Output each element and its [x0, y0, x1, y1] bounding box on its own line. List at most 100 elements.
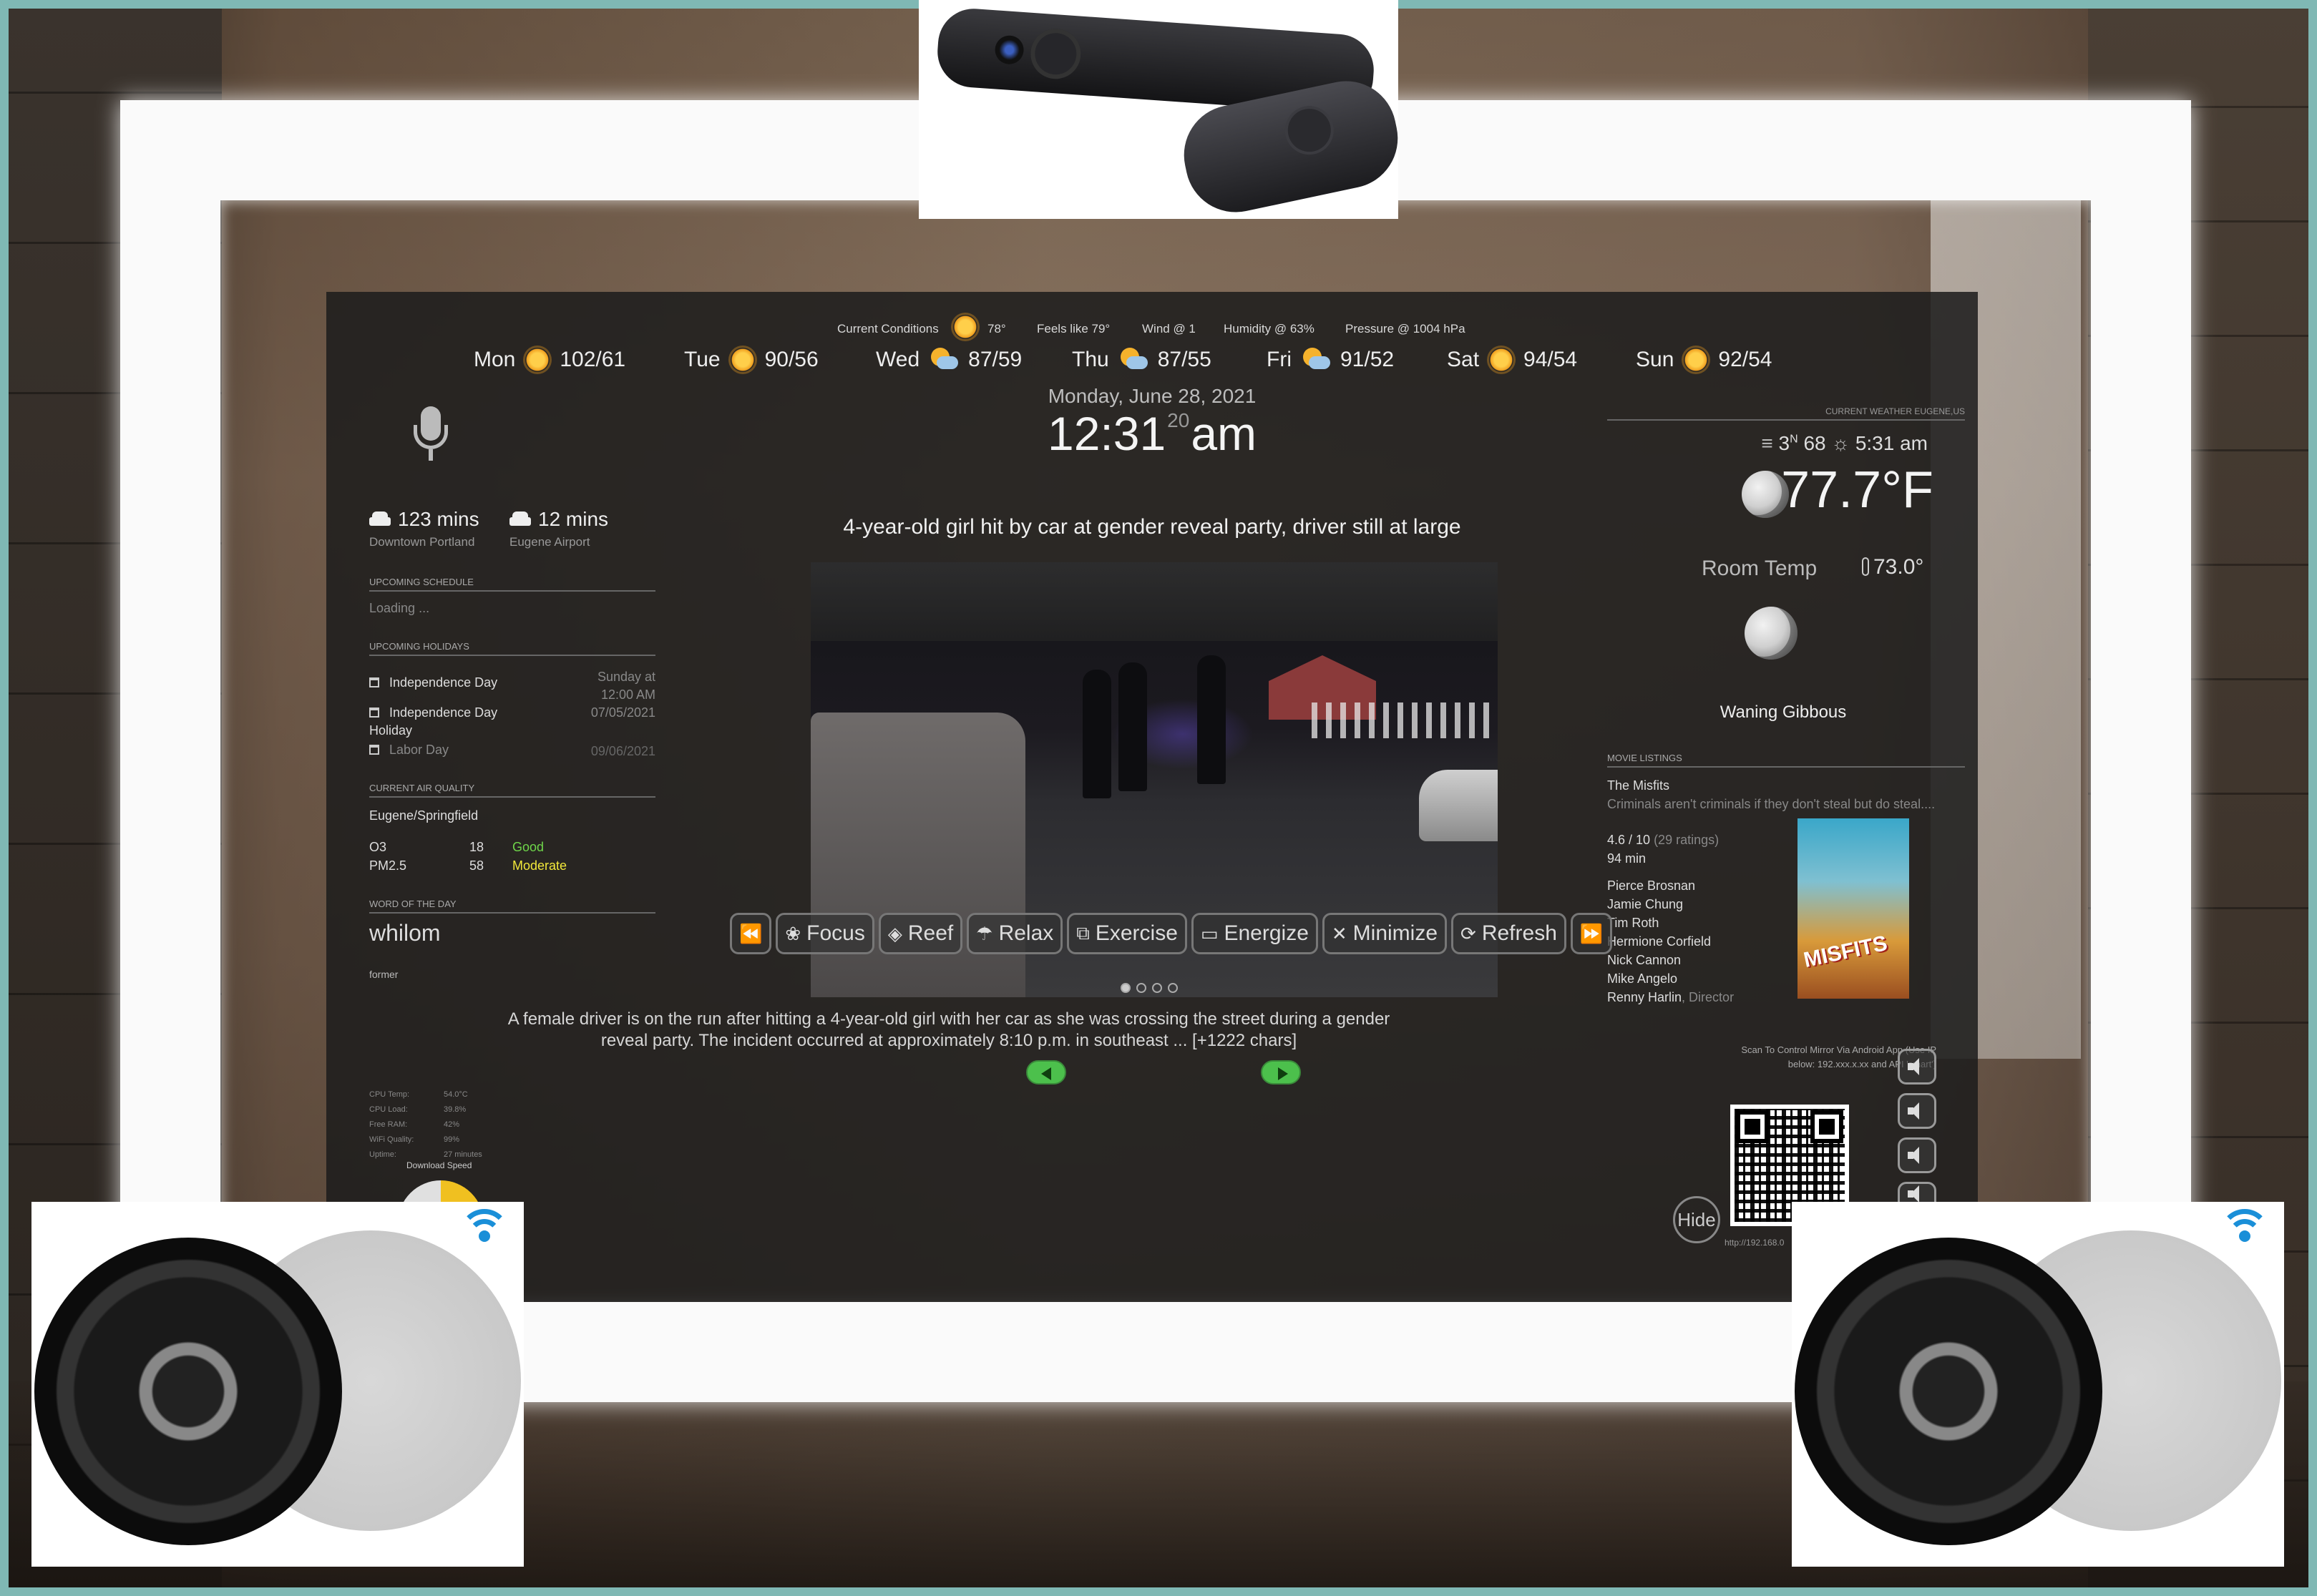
- forecast-temps: 94/54: [1523, 348, 1578, 371]
- page-dot[interactable]: [1136, 983, 1146, 993]
- aqi-value: 58: [469, 858, 484, 873]
- holiday-date: 09/06/2021: [590, 744, 655, 758]
- schedule-title: UPCOMING SCHEDULE: [369, 577, 655, 592]
- sunny-icon: [730, 348, 755, 372]
- word-of-day: whilom: [369, 920, 441, 946]
- movie-director: Renny Harlin, Director: [1607, 990, 1734, 1005]
- fast-forward-icon: ⏩: [1579, 922, 1604, 944]
- moon-phase-icon: [1745, 607, 1797, 660]
- sunrise-time: 5:31 am: [1855, 432, 1928, 454]
- forecast-day-name: Sat: [1447, 348, 1480, 371]
- news-next-button[interactable]: [1261, 1060, 1301, 1085]
- current-conditions: Current Conditions: [837, 322, 939, 336]
- volume-mute-icon: [1908, 1147, 1926, 1164]
- current-temp: 78°: [987, 322, 1006, 336]
- pressure: Pressure @ 1004 hPa: [1345, 322, 1465, 336]
- holidays-title: UPCOMING HOLIDAYS: [369, 641, 655, 656]
- movie-runtime: 94 min: [1607, 851, 1647, 866]
- refresh-button[interactable]: ⟳ Refresh: [1451, 913, 1566, 954]
- aqi-pollutant: O3: [369, 840, 387, 854]
- volume-down-button[interactable]: [1898, 1093, 1936, 1129]
- sunny-icon: [1489, 348, 1514, 372]
- rewind-button[interactable]: ⏪: [730, 913, 772, 954]
- cast-member: Nick Cannon: [1607, 953, 1682, 967]
- relax-button[interactable]: ☂ Relax: [967, 913, 1063, 954]
- focus-button[interactable]: ❀ Focus: [776, 913, 874, 954]
- stat-value: 42%: [444, 1120, 460, 1129]
- weather-details: ≡ 3N 68 ☼ 5:31 am: [1761, 432, 1928, 455]
- reef-button[interactable]: ◈ Reef: [878, 913, 963, 954]
- holiday-date: Sunday at 12:00 AM: [597, 670, 655, 702]
- volume-up-icon: [1908, 1058, 1926, 1075]
- fast-forward-button[interactable]: ⏩: [1570, 913, 1613, 954]
- lotus-icon: ❀: [785, 922, 801, 944]
- forecast-temps: 102/61: [560, 348, 626, 371]
- exercise-button[interactable]: ⧉ Exercise: [1067, 913, 1187, 954]
- humidity-value: 68: [1803, 432, 1826, 454]
- wifi-icon: [2220, 1209, 2270, 1252]
- system-stats: CPU Temp: 54.0°C CPU Load: 39.8% Free RAM:…: [369, 1087, 482, 1162]
- microphone-icon[interactable]: [411, 406, 451, 464]
- wifi-icon: [459, 1209, 509, 1252]
- room-temp-value: 73.0°: [1873, 555, 1924, 579]
- forecast-day: Tue 90/56: [684, 335, 819, 385]
- control-label: Relax: [998, 921, 1054, 945]
- control-label: Refresh: [1481, 921, 1557, 945]
- ceiling-speaker: [34, 1238, 342, 1545]
- room-temp: 73.0°: [1862, 555, 1923, 579]
- wind-speed: Wind @ 1: [1142, 322, 1196, 336]
- compress-icon: ✕: [1331, 922, 1347, 944]
- forecast-temps: 87/55: [1157, 348, 1211, 371]
- remote-url: http://192.168.0: [1725, 1238, 1785, 1248]
- forecast-day-name: Wed: [876, 348, 920, 371]
- sync-icon: ⟳: [1460, 922, 1476, 944]
- control-bar: ⏪ ❀ Focus ◈ Reef ☂ Relax ⧉ Exercise ▭ Energiz…: [730, 913, 1613, 954]
- forecast-day: Thu 87/55: [1072, 335, 1211, 385]
- page-dot[interactable]: [1121, 983, 1131, 993]
- volume-button[interactable]: [1898, 1182, 1936, 1203]
- sunny-icon: [953, 315, 977, 339]
- page-indicator: [1121, 983, 1178, 993]
- holiday-name: Independence Day Holiday: [369, 705, 498, 738]
- sunny-icon: [525, 348, 550, 372]
- thermometer-icon: [1862, 557, 1869, 576]
- page-dot[interactable]: [1168, 983, 1178, 993]
- forecast-day: Sun 92/54: [1636, 335, 1772, 385]
- news-prev-button[interactable]: [1026, 1060, 1066, 1085]
- forecast-day-name: Mon: [474, 348, 516, 371]
- partly-cloudy-icon: [1119, 348, 1148, 372]
- cast-member: Jamie Chung: [1607, 897, 1684, 911]
- page-dot[interactable]: [1152, 983, 1162, 993]
- stat-value: 54.0°C: [444, 1090, 468, 1099]
- energize-button[interactable]: ▭ Energize: [1191, 913, 1318, 954]
- battery-icon: ▭: [1200, 922, 1219, 944]
- volume-up-button[interactable]: [1898, 1049, 1936, 1085]
- aqi-pollutant: PM2.5: [369, 858, 407, 873]
- holiday-item: Independence Day Holiday: [369, 704, 534, 740]
- speaker-inset-left: [31, 1202, 524, 1567]
- sunny-icon: [1684, 348, 1709, 372]
- holiday-item: Labor Day: [369, 743, 449, 758]
- air-quality-title: CURRENT AIR QUALITY: [369, 783, 655, 798]
- calendar-icon: [369, 677, 379, 687]
- movie-title: The Misfits: [1607, 778, 1670, 793]
- partly-cloudy-icon: [930, 348, 959, 372]
- poster-title: MISFITS: [1801, 931, 1890, 972]
- download-speed-label: Download Speed: [406, 1160, 472, 1170]
- stat-row: CPU Load: 39.8%: [369, 1102, 482, 1117]
- time-ampm: am: [1191, 407, 1257, 460]
- streaming-device-inset: [919, 0, 1408, 222]
- weather-forecast: Mon 102/61 Tue 90/56 Wed 87/59 Thu 87/55…: [326, 335, 1978, 385]
- control-label: Reef: [907, 921, 954, 945]
- forecast-day-name: Sun: [1636, 348, 1674, 371]
- movie-tagline: Criminals aren't criminals if they don't…: [1607, 797, 1936, 811]
- rating-value: 4.6 / 10: [1607, 833, 1651, 847]
- volume-mute-button[interactable]: [1898, 1137, 1936, 1173]
- forecast-temps: 91/52: [1340, 348, 1395, 371]
- minimize-button[interactable]: ✕ Minimize: [1322, 913, 1448, 954]
- cast-member: Pierce Brosnan: [1607, 878, 1696, 893]
- movie-listings-title: MOVIE LISTINGS: [1607, 753, 1965, 768]
- control-label: Focus: [806, 921, 865, 945]
- forecast-temps: 87/59: [968, 348, 1023, 371]
- hide-button[interactable]: Hide: [1673, 1196, 1720, 1243]
